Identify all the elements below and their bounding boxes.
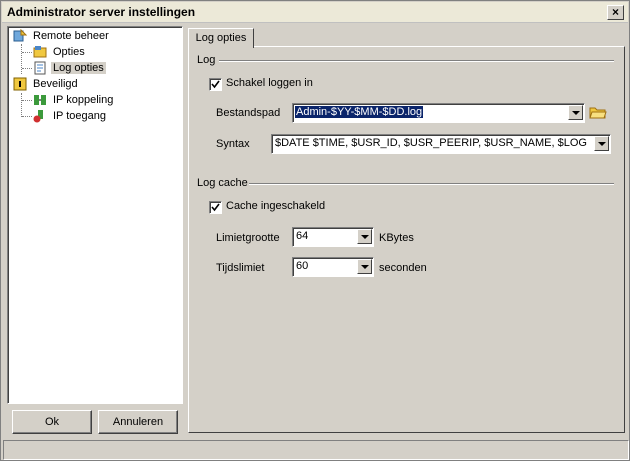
tree-item-log-opties[interactable]: Log opties: [33, 60, 106, 76]
syntax-label: Syntax: [216, 138, 250, 150]
window-title: Administrator server instellingen: [7, 5, 196, 19]
checkmark-icon: [211, 203, 220, 212]
file-path-value: Admin-$YY-$MM-$DD.log: [295, 106, 424, 118]
close-button[interactable]: ×: [607, 5, 624, 20]
options-icon: [33, 45, 47, 59]
size-limit-combo[interactable]: 64: [292, 227, 374, 247]
tree-item-opties[interactable]: Opties: [33, 44, 87, 60]
log-section-divider: [219, 60, 614, 62]
tree-item-remote-beheer[interactable]: Remote beheer: [13, 28, 111, 44]
tree-connector: [21, 44, 22, 74]
ip-access-icon: [33, 109, 47, 123]
browse-folder-icon[interactable]: [589, 104, 607, 120]
chevron-down-icon[interactable]: [568, 105, 583, 120]
log-options-panel: Log Schakel loggen in Bestandspad Admin-…: [188, 46, 625, 433]
tab-log-opties[interactable]: Log opties: [188, 28, 254, 48]
log-options-icon: [33, 61, 47, 75]
chevron-down-icon[interactable]: [357, 229, 372, 244]
enable-cache-label: Cache ingeschakeld: [226, 200, 326, 212]
tree-connector: [22, 116, 32, 117]
title-bar: Administrator server instellingen ×: [2, 2, 628, 23]
syntax-combo[interactable]: $DATE $TIME, $USR_ID, $USR_PEERIP, $USR_…: [271, 134, 611, 154]
tree-item-ip-toegang[interactable]: IP toegang: [33, 108, 108, 124]
status-bar: [3, 440, 629, 460]
ip-binding-icon: [33, 93, 47, 107]
settings-window: Administrator server instellingen × Remo…: [0, 0, 630, 461]
chevron-down-icon[interactable]: [594, 136, 609, 151]
tree-connector: [21, 93, 22, 117]
size-unit-label: KBytes: [379, 232, 414, 244]
enable-logging-label: Schakel loggen in: [226, 77, 313, 89]
chevron-down-icon[interactable]: [357, 259, 372, 274]
file-path-combo[interactable]: Admin-$YY-$MM-$DD.log: [292, 103, 585, 123]
time-unit-label: seconden: [379, 262, 427, 274]
tree-connector: [22, 68, 32, 69]
time-limit-value: 60: [296, 260, 309, 272]
syntax-value: $DATE $TIME, $USR_ID, $USR_PEERIP, $USR_…: [275, 137, 587, 149]
cache-section-divider: [249, 183, 614, 185]
size-limit-label: Limietgrootte: [216, 232, 280, 244]
ok-button[interactable]: Ok: [12, 410, 92, 434]
settings-tree: Remote beheer Opties Log opties Beveilig…: [7, 26, 183, 404]
tree-item-ip-koppeling[interactable]: IP koppeling: [33, 92, 115, 108]
tree-connector: [22, 100, 32, 101]
time-limit-label: Tijdslimiet: [216, 262, 265, 274]
time-limit-combo[interactable]: 60: [292, 257, 374, 277]
security-lock-icon: [13, 77, 27, 91]
tree-connector: [22, 52, 32, 53]
size-limit-value: 64: [296, 230, 309, 242]
remote-admin-icon: [13, 28, 28, 43]
file-path-label: Bestandspad: [216, 107, 281, 119]
checkmark-icon: [211, 80, 220, 89]
log-section-heading: Log: [197, 54, 216, 66]
cancel-button[interactable]: Annuleren: [98, 410, 178, 434]
enable-logging-checkbox[interactable]: [209, 78, 222, 91]
enable-cache-checkbox[interactable]: [209, 201, 222, 214]
tree-item-beveiligd[interactable]: Beveiligd: [13, 76, 80, 92]
cache-section-heading: Log cache: [197, 177, 248, 189]
